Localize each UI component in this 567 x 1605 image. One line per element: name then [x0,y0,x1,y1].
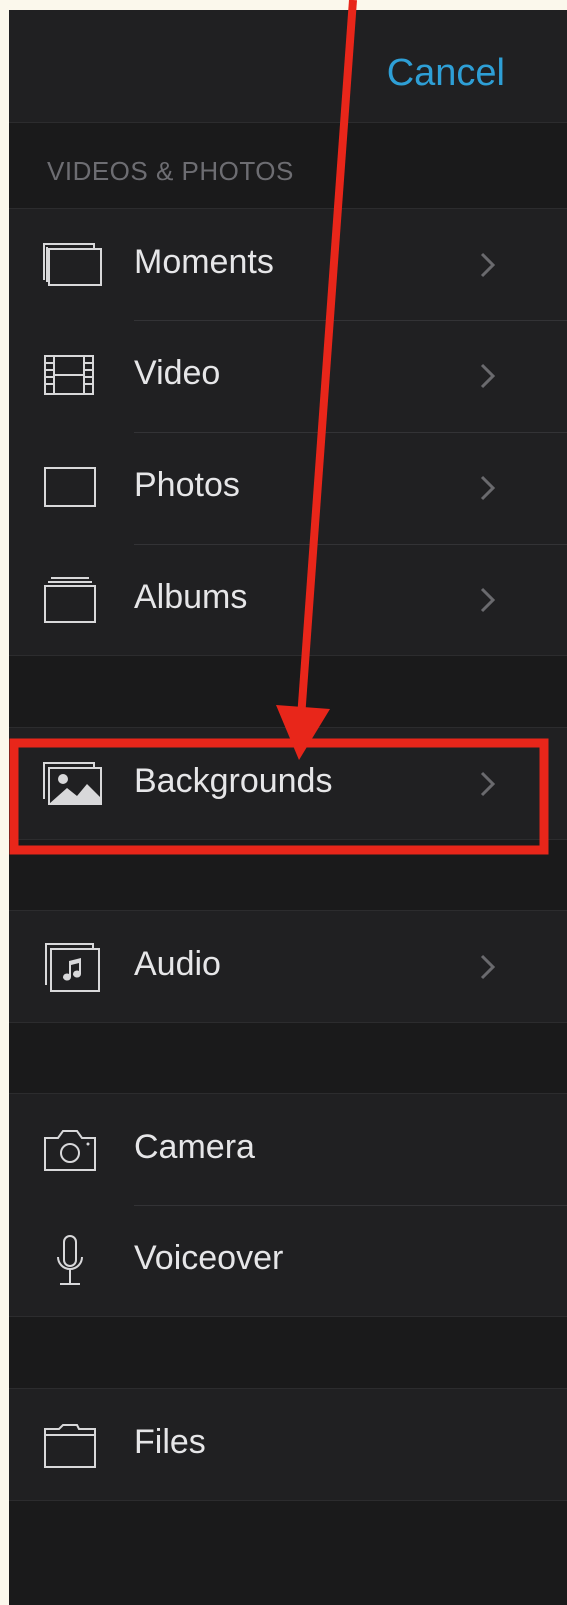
list-item-albums[interactable]: Albums [9,544,567,656]
list-item-backgrounds[interactable]: Backgrounds [9,727,567,840]
chevron-right-icon [480,363,496,389]
list-item-voiceover[interactable]: Voiceover [9,1205,567,1317]
list-item-photos[interactable]: Photos [9,432,567,544]
camera-icon [44,1130,96,1171]
albums-icon [44,577,96,623]
list-item-label: Albums [134,578,248,616]
microphone-icon [57,1235,83,1285]
list-item-audio[interactable]: Audio [9,910,567,1023]
list-item-label: Backgrounds [134,762,333,800]
navigation-bar: Cancel [9,10,567,123]
section-header-videos-photos: VIDEOS & PHOTOS [47,156,294,186]
list-item-label: Audio [134,945,221,983]
chevron-right-icon [480,771,496,797]
list-item-label: Video [134,354,221,392]
chevron-right-icon [480,252,496,278]
film-icon [44,355,94,395]
chevron-right-icon [480,475,496,501]
list-item-files[interactable]: Files [9,1388,567,1501]
media-picker-panel: Cancel VIDEOS & PHOTOS Moments Video Pho… [9,10,567,1605]
chevron-right-icon [480,587,496,613]
list-item-label: Files [134,1423,206,1461]
photo-frame-icon [44,467,96,507]
folder-icon [44,1424,96,1468]
list-item-label: Camera [134,1128,255,1166]
chevron-right-icon [480,954,496,980]
list-item-video[interactable]: Video [9,320,567,432]
list-item-label: Voiceover [134,1239,284,1277]
list-item-moments[interactable]: Moments [9,208,567,321]
music-note-icon [45,943,100,992]
list-item-label: Moments [134,243,274,281]
moments-icon [43,243,102,286]
list-item-camera[interactable]: Camera [9,1093,567,1206]
landscape-image-icon [43,762,102,805]
list-item-label: Photos [134,466,240,504]
cancel-button[interactable]: Cancel [387,52,505,95]
